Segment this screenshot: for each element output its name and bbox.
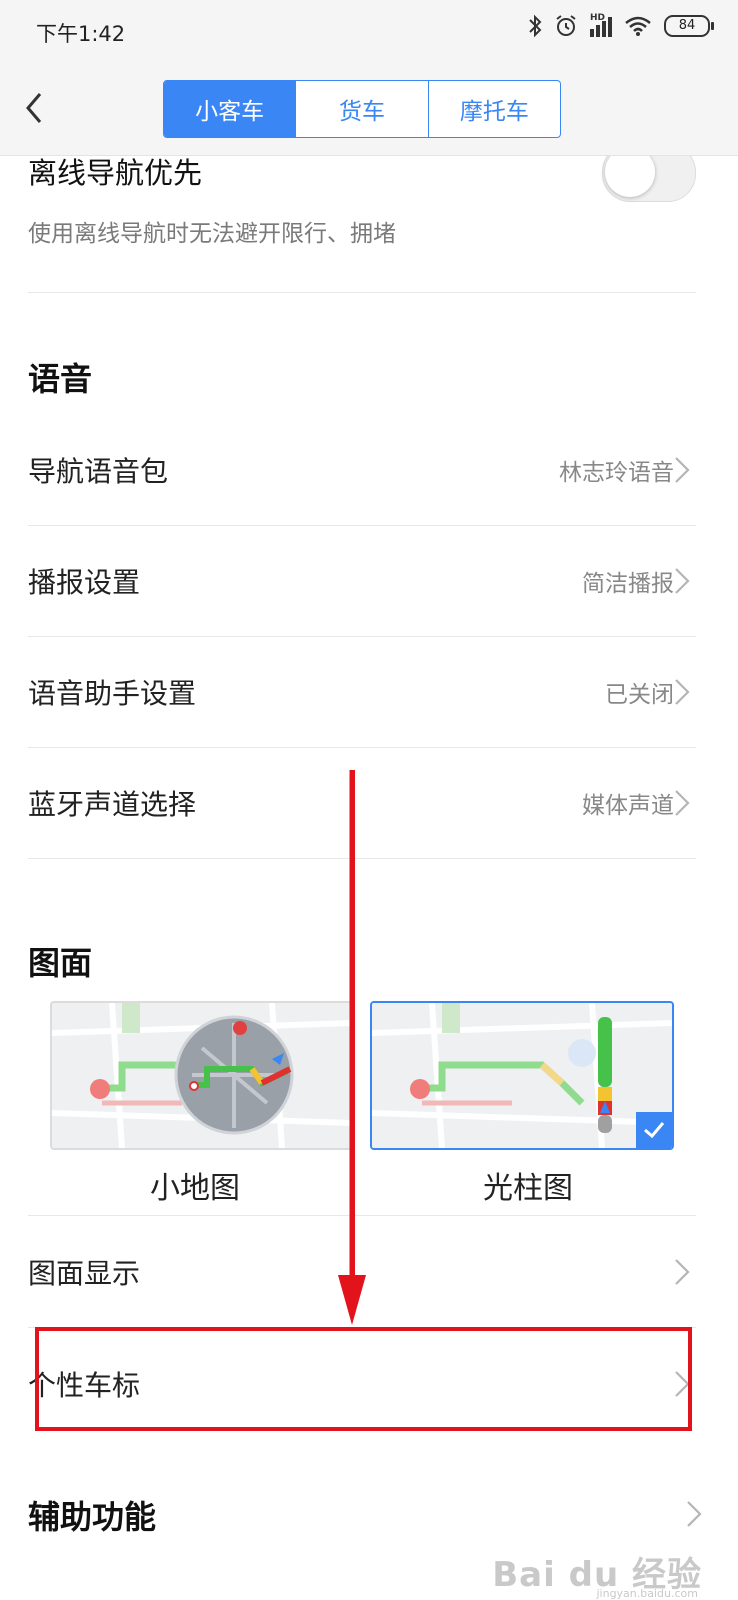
wifi-icon xyxy=(625,16,651,36)
light-column-preview xyxy=(372,1003,672,1148)
chevron-right-icon xyxy=(675,679,690,705)
divider xyxy=(28,1215,696,1216)
mini-map-preview xyxy=(52,1003,352,1148)
chevron-right-icon xyxy=(687,1501,702,1527)
row-voice-assistant[interactable]: 语音助手设置 已关闭 xyxy=(28,637,696,748)
row-bluetooth-channel[interactable]: 蓝牙声道选择 媒体声道 xyxy=(28,748,696,859)
row-voice-package[interactable]: 导航语音包 林志玲语音 xyxy=(28,415,696,526)
offline-nav-description: 使用离线导航时无法避开限行、拥堵 xyxy=(28,221,396,247)
option-mini-map[interactable] xyxy=(50,1001,354,1150)
row-label: 蓝牙声道选择 xyxy=(28,788,197,821)
row-label: 导航语音包 xyxy=(28,455,169,488)
chevron-right-icon xyxy=(675,568,690,594)
chevron-right-icon xyxy=(675,1371,690,1397)
assist-section-title: 辅助功能 xyxy=(28,1498,157,1536)
chevron-right-icon xyxy=(675,1259,690,1285)
row-value: 林志玲语音 xyxy=(559,460,674,486)
offline-nav-title: 离线导航优先 xyxy=(28,156,203,190)
row-label: 个性车标 xyxy=(28,1369,141,1402)
chevron-right-icon xyxy=(675,790,690,816)
tab-car[interactable]: 小客车 xyxy=(164,81,297,137)
row-value: 媒体声道 xyxy=(582,793,674,819)
chevron-right-icon xyxy=(675,457,690,483)
watermark-url: jingyan.baidu.com xyxy=(596,1587,698,1600)
voice-section-title: 语音 xyxy=(28,360,93,398)
divider xyxy=(28,292,696,293)
row-label: 图面显示 xyxy=(28,1257,141,1290)
selected-check-icon xyxy=(636,1112,672,1148)
option-light-column-label: 光柱图 xyxy=(483,1171,573,1206)
row-display-settings[interactable]: 图面显示 xyxy=(28,1217,696,1328)
option-light-column[interactable] xyxy=(370,1001,674,1150)
tab-truck[interactable]: 货车 xyxy=(296,81,429,137)
signal-icon: HD xyxy=(590,13,612,37)
row-value: 已关闭 xyxy=(605,682,674,708)
option-mini-map-label: 小地图 xyxy=(150,1171,240,1206)
row-value: 简洁播报 xyxy=(582,571,674,597)
back-arrow-icon[interactable] xyxy=(20,90,50,126)
vehicle-type-tabs: 小客车 货车 摩托车 xyxy=(163,80,561,138)
row-label: 播报设置 xyxy=(28,566,141,599)
bluetooth-icon xyxy=(529,14,542,38)
hd-label: HD xyxy=(590,13,606,23)
status-icons: HD 84 xyxy=(528,13,714,38)
tab-motorcycle[interactable]: 摩托车 xyxy=(429,81,560,137)
top-bar: 下午1:42 HD 84 小客车 货车 摩托车 xyxy=(0,0,738,156)
battery-indicator: 84 xyxy=(664,15,714,37)
row-custom-car-icon[interactable]: 个性车标 xyxy=(28,1329,696,1439)
row-label: 语音助手设置 xyxy=(28,677,197,710)
status-time: 下午1:42 xyxy=(36,22,126,46)
row-broadcast-settings[interactable]: 播报设置 简洁播报 xyxy=(28,526,696,637)
display-section-title: 图面 xyxy=(28,944,93,982)
alarm-icon xyxy=(556,15,576,36)
